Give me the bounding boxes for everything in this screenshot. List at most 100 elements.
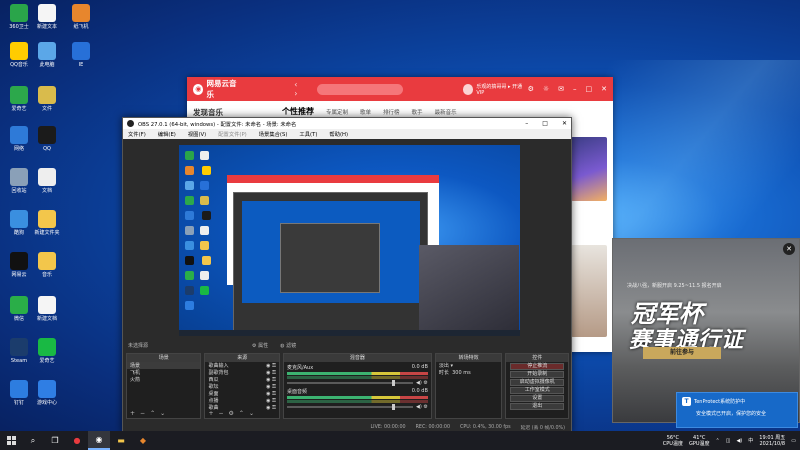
desktop-icon[interactable]: 此电脑 xyxy=(30,42,64,68)
network-icon[interactable]: ◫ xyxy=(726,438,731,444)
close-icon[interactable]: ✕ xyxy=(562,120,567,127)
menu-item[interactable]: 帮助(H) xyxy=(329,130,348,138)
control-button[interactable]: 开始录制 xyxy=(510,371,564,378)
desktop-icon[interactable]: 文件 xyxy=(30,86,64,112)
scene-item[interactable]: 场景 xyxy=(127,362,201,369)
skin-icon[interactable]: ⚙ xyxy=(528,85,534,93)
desktop-icon[interactable]: 新建文件夹 xyxy=(30,210,64,236)
maximize-icon[interactable]: □ xyxy=(542,120,548,127)
filters-button[interactable]: ◍ 滤镜 xyxy=(280,342,296,349)
visibility-icon[interactable]: ◉ ⚿ xyxy=(266,377,276,383)
duration-field[interactable]: 时长 300 ms xyxy=(436,369,502,376)
volume-icon[interactable]: ◀) xyxy=(736,438,742,444)
desktop-icon[interactable]: 纸飞机 xyxy=(64,4,98,30)
settings-icon[interactable]: ☼ xyxy=(543,85,549,93)
task-view-icon[interactable]: ❐ xyxy=(44,431,66,450)
obs-window[interactable]: OBS 27.0.1 (64-bit, windows) - 配置文件: 未命名… xyxy=(122,117,572,433)
remove-icon[interactable]: − xyxy=(219,410,224,417)
desktop-icon[interactable]: IE xyxy=(64,42,98,68)
visibility-icon[interactable]: ◉ ⚿ xyxy=(266,398,276,404)
transition-select[interactable]: 淡出 ▾ xyxy=(436,362,502,369)
add-icon[interactable]: + xyxy=(130,410,135,417)
ime-indicator[interactable]: 中 xyxy=(748,437,753,444)
menu-item[interactable]: 编辑(E) xyxy=(158,130,176,138)
obs-preview[interactable] xyxy=(179,145,520,336)
source-item[interactable]: 桌面 ◉ ⚿ xyxy=(205,390,278,397)
tab-4[interactable]: 歌手 xyxy=(412,108,423,117)
visibility-icon[interactable]: ◉ ⚿ xyxy=(266,405,276,411)
clock[interactable]: 19:01 周五 2021/10/8 xyxy=(759,435,785,447)
desktop-icon[interactable]: 新建文本 xyxy=(30,4,64,30)
visibility-icon[interactable]: ◉ ⚿ xyxy=(266,391,276,397)
game-taskbar-icon[interactable]: ◆ xyxy=(132,431,154,450)
desktop-icon[interactable]: 游戏中心 xyxy=(30,380,64,406)
desktop-icon[interactable]: QQ xyxy=(30,126,64,152)
tab-5[interactable]: 最新音乐 xyxy=(435,108,457,117)
security-toast[interactable]: T TenProtect系统防护中 安全模式已开启，保护您的安全 xyxy=(676,392,798,428)
menu-item[interactable]: 文件(F) xyxy=(128,130,146,138)
participate-button[interactable]: 前往参与 xyxy=(643,347,721,359)
netease-taskbar-icon[interactable]: ● xyxy=(66,431,88,450)
chevron-up-icon[interactable]: ⌃ xyxy=(716,438,720,444)
down-icon[interactable]: ⌄ xyxy=(249,410,254,417)
desktop-icon[interactable]: 新建文档 xyxy=(30,296,64,322)
menu-item[interactable]: 场景集合(S) xyxy=(259,130,288,138)
control-button[interactable]: 停止推流 xyxy=(510,363,564,370)
user-name[interactable]: 乐观的搞哥哥 ▸ 开通VIP xyxy=(476,83,527,96)
obs-titlebar[interactable]: OBS 27.0.1 (64-bit, windows) - 配置文件: 未命名… xyxy=(123,118,571,129)
control-button[interactable]: 启动虚拟摄像机 xyxy=(510,379,564,386)
notification-icon[interactable]: ▭ xyxy=(791,438,796,444)
visibility-icon[interactable]: ◉ ⚿ xyxy=(266,384,276,390)
source-item[interactable]: 西瓜 ◉ ⚿ xyxy=(205,376,278,383)
scene-item[interactable]: 飞机 xyxy=(127,369,200,376)
source-item[interactable]: 歌曲输入 ◉ ⚿ xyxy=(205,362,278,369)
add-icon[interactable]: + xyxy=(208,410,213,417)
search-icon[interactable]: ⌕ xyxy=(22,431,44,450)
up-icon[interactable]: ⌃ xyxy=(150,410,155,417)
menu-item[interactable]: 配置文件(P) xyxy=(218,130,247,138)
tab-3[interactable]: 排行榜 xyxy=(383,108,400,117)
scene-item[interactable]: 火箭 xyxy=(127,376,200,383)
netease-titlebar[interactable]: ◉ 网易云音乐 ‹ › 乐观的搞哥哥 ▸ 开通VIP ⚙ ☼ ✉ – □ ✕ xyxy=(187,77,613,101)
close-icon[interactable]: ✕ xyxy=(783,243,795,255)
tab-1[interactable]: 专属定制 xyxy=(326,108,348,117)
obs-taskbar-icon[interactable]: ◉ xyxy=(88,431,110,450)
desktop-icon[interactable]: 文档 xyxy=(30,168,64,194)
source-item[interactable]: 副歌背包 ◉ ⚿ xyxy=(205,369,278,376)
artist-photo[interactable] xyxy=(571,245,607,337)
speaker-icon[interactable]: ◀) ⚙ xyxy=(416,404,431,410)
back-arrow-icon[interactable]: ‹ › xyxy=(294,80,303,98)
tab-2[interactable]: 歌单 xyxy=(360,108,371,117)
mail-icon[interactable]: ✉ xyxy=(558,85,564,93)
maximize-icon[interactable]: □ xyxy=(586,85,593,93)
tab-0[interactable]: 个性推荐 xyxy=(282,106,314,117)
volume-slider[interactable] xyxy=(286,404,414,410)
folder-taskbar-icon[interactable]: ▬ xyxy=(110,431,132,450)
control-button[interactable]: 退出 xyxy=(510,403,564,410)
menu-item[interactable]: 工具(T) xyxy=(299,130,317,138)
remove-icon[interactable]: − xyxy=(140,410,145,417)
up-icon[interactable]: ⌃ xyxy=(239,410,244,417)
start-button[interactable] xyxy=(0,431,22,450)
source-item[interactable]: 点播 ◉ ⚿ xyxy=(205,397,278,404)
properties-button[interactable]: ⚙ 属性 xyxy=(252,342,268,349)
minimize-icon[interactable]: – xyxy=(573,85,577,93)
playlist-cover[interactable] xyxy=(571,137,607,201)
menu-item[interactable]: 视图(V) xyxy=(188,130,206,138)
control-button[interactable]: 设置 xyxy=(510,395,564,402)
desktop-icon[interactable]: 爱奇艺 xyxy=(30,338,64,364)
avatar[interactable] xyxy=(462,83,474,95)
volume-slider[interactable] xyxy=(286,380,414,386)
control-button[interactable]: 工作室模式 xyxy=(510,387,564,394)
source-item[interactable]: 歌坛 ◉ ⚿ xyxy=(205,383,278,390)
close-icon[interactable]: ✕ xyxy=(601,85,607,93)
down-icon[interactable]: ⌄ xyxy=(160,410,165,417)
visibility-icon[interactable]: ◉ ⚿ xyxy=(266,370,276,376)
minimize-icon[interactable]: – xyxy=(525,120,528,127)
speaker-icon[interactable]: ◀) ⚙ xyxy=(416,380,431,386)
visibility-icon[interactable]: ◉ ⚿ xyxy=(266,363,276,369)
gear-icon[interactable]: ⚙ xyxy=(229,410,234,417)
desktop-icon[interactable]: 音乐 xyxy=(30,252,64,278)
netease-search-input[interactable] xyxy=(316,83,403,95)
netease-user[interactable]: 乐观的搞哥哥 ▸ 开通VIP xyxy=(462,83,528,96)
